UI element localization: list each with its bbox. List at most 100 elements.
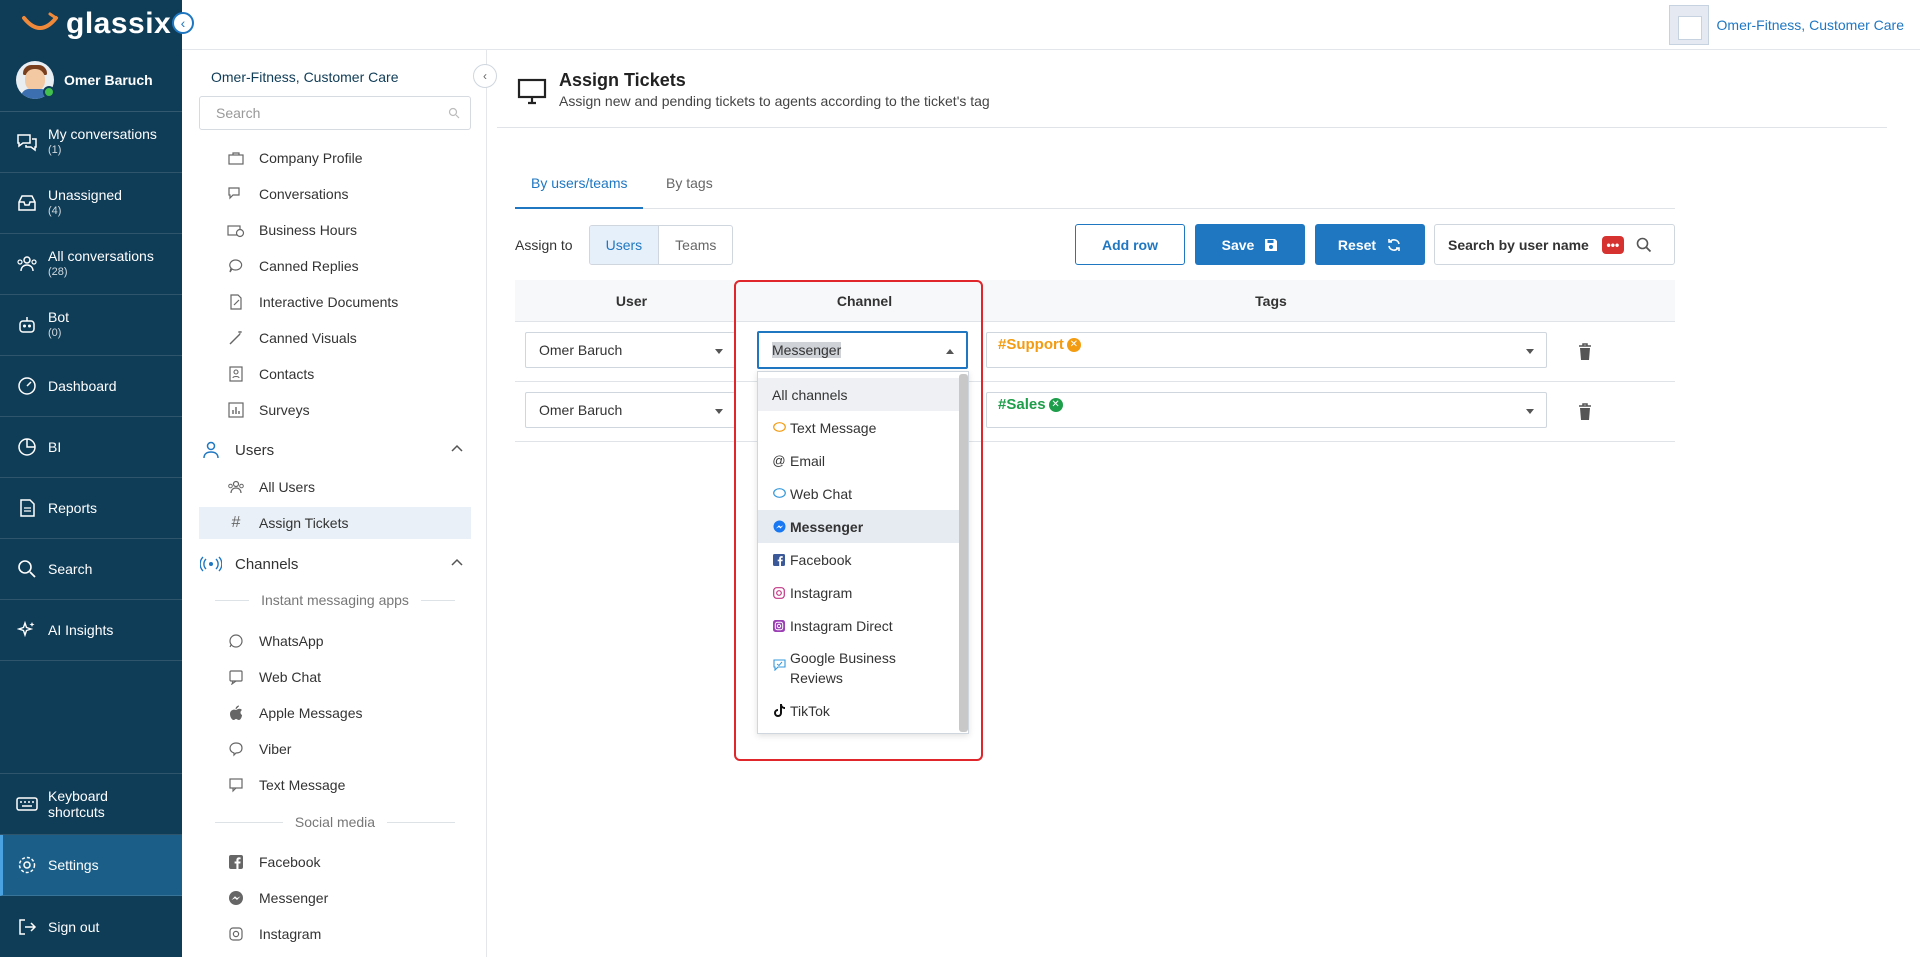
chevron-up-icon: [946, 349, 954, 354]
item-label: Viber: [259, 741, 292, 757]
settings-item-company-profile[interactable]: Company Profile: [227, 142, 363, 174]
instagram-direct-icon: [772, 619, 786, 633]
settings-item-text-message[interactable]: Text Message: [227, 769, 345, 801]
tags-select[interactable]: [986, 392, 1547, 428]
tabs: By users/teams By tags: [515, 166, 1675, 209]
settings-item-web-chat[interactable]: Web Chat: [227, 661, 321, 693]
chevron-down-icon: [1526, 349, 1534, 354]
nav-sign-out[interactable]: Sign out: [0, 896, 182, 957]
settings-item-messenger[interactable]: Messenger: [227, 882, 328, 914]
settings-item-canned-visuals[interactable]: Canned Visuals: [227, 322, 357, 354]
report-icon: [16, 497, 38, 519]
option-web-chat[interactable]: Web Chat: [758, 477, 960, 510]
reset-button[interactable]: Reset: [1315, 224, 1425, 265]
toggle-users[interactable]: Users: [589, 226, 660, 264]
online-status-dot: [43, 86, 55, 98]
nav-label: Settings: [48, 857, 99, 873]
tab-by-users-teams[interactable]: By users/teams: [515, 166, 644, 209]
company-name: Omer-Fitness, Customer Care: [1716, 17, 1904, 33]
user-profile[interactable]: Omer Baruch: [0, 48, 182, 112]
toggle-teams[interactable]: Teams: [659, 226, 732, 264]
option-all-channels[interactable]: All channels: [758, 378, 960, 411]
settings-item-facebook[interactable]: Facebook: [227, 846, 320, 878]
settings-item-canned-replies[interactable]: Canned Replies: [227, 250, 359, 282]
channel-select[interactable]: Messenger: [757, 331, 968, 369]
instagram-icon: [227, 925, 245, 943]
nav-settings[interactable]: Settings: [0, 835, 182, 896]
user-select[interactable]: Omer Baruch: [525, 392, 736, 428]
settings-item-conversations[interactable]: Conversations: [227, 178, 349, 210]
option-email[interactable]: @ Email: [758, 444, 960, 477]
sparkles-icon: [16, 619, 38, 641]
option-text-message[interactable]: Text Message: [758, 411, 960, 444]
keyboard-icon: [16, 793, 38, 815]
settings-item-instagram[interactable]: Instagram: [227, 918, 321, 950]
nav-bot[interactable]: Bot (0): [0, 295, 182, 356]
chevron-down-icon: [715, 409, 723, 414]
settings-item-whatsapp[interactable]: WhatsApp: [227, 625, 324, 657]
option-label: All channels: [772, 386, 848, 403]
option-instagram[interactable]: Instagram: [758, 576, 960, 609]
user-name: Omer Baruch: [64, 71, 153, 88]
gauge-icon: [16, 375, 38, 397]
option-label: Text Message: [790, 419, 877, 436]
item-label: Canned Visuals: [259, 330, 357, 346]
remove-tag-icon[interactable]: ✕: [1048, 397, 1063, 412]
divider-label: Instant messaging apps: [261, 592, 409, 608]
nav-label: BI: [48, 439, 62, 455]
page-header: Assign Tickets Assign new and pending ti…: [517, 70, 990, 109]
whatsapp-icon: [227, 632, 245, 650]
settings-item-all-users[interactable]: All Users: [227, 471, 315, 503]
pie-chart-icon: [16, 436, 38, 458]
save-button[interactable]: Save: [1195, 224, 1305, 265]
nav-all-conversations[interactable]: All conversations (28): [0, 234, 182, 295]
option-facebook[interactable]: Facebook: [758, 543, 960, 576]
password-manager-icon[interactable]: •••: [1601, 235, 1624, 254]
sign-out-icon: [16, 916, 38, 938]
settings-item-apple-messages[interactable]: Apple Messages: [227, 697, 363, 729]
dropdown-scrollbar[interactable]: [959, 374, 968, 732]
user-value: Omer Baruch: [539, 402, 623, 418]
nav-dashboard[interactable]: Dashboard: [0, 356, 182, 417]
option-tiktok[interactable]: TikTok: [758, 694, 960, 727]
option-messenger[interactable]: Messenger: [758, 510, 960, 543]
item-label: Apple Messages: [259, 705, 363, 721]
floppy-disk-icon: [1265, 238, 1278, 251]
settings-item-surveys[interactable]: Surveys: [227, 394, 310, 426]
settings-item-business-hours[interactable]: Business Hours: [227, 214, 357, 246]
settings-search-input[interactable]: Search: [199, 96, 471, 130]
nav-ai-insights[interactable]: AI Insights: [0, 600, 182, 661]
column-channel: Channel: [836, 293, 893, 309]
add-row-button[interactable]: Add row: [1075, 224, 1185, 265]
remove-tag-icon[interactable]: ✕: [1066, 337, 1081, 352]
user-select[interactable]: Omer Baruch: [525, 332, 736, 368]
nav-reports[interactable]: Reports: [0, 478, 182, 539]
settings-item-interactive-documents[interactable]: Interactive Documents: [227, 286, 398, 318]
option-instagram-direct[interactable]: Instagram Direct: [758, 609, 960, 642]
save-label: Save: [1221, 236, 1255, 253]
user-value: Omer Baruch: [539, 342, 623, 358]
settings-group-channels[interactable]: Channels: [199, 548, 471, 580]
trash-icon[interactable]: [1578, 343, 1592, 361]
settings-item-assign-tickets[interactable]: # Assign Tickets: [199, 507, 471, 539]
search-icon[interactable]: [1636, 237, 1652, 253]
tab-by-tags[interactable]: By tags: [650, 166, 729, 209]
company-switcher[interactable]: Omer-Fitness, Customer Care: [1668, 5, 1904, 45]
item-label: Conversations: [259, 186, 349, 202]
search-by-user-input[interactable]: Search by user name •••: [1434, 224, 1675, 265]
settings-item-viber[interactable]: Viber: [227, 733, 291, 765]
logo-smile-icon: [22, 12, 59, 30]
nav-bi[interactable]: BI: [0, 417, 182, 478]
item-label: Canned Replies: [259, 258, 359, 274]
nav-search[interactable]: Search: [0, 539, 182, 600]
nav-keyboard-shortcuts[interactable]: Keyboard shortcuts: [0, 774, 182, 835]
nav-my-conversations[interactable]: My conversations (1): [0, 112, 182, 173]
assign-to-row: Assign to Users Teams: [515, 225, 734, 265]
settings-item-contacts[interactable]: Contacts: [227, 358, 314, 390]
nav-unassigned[interactable]: Unassigned (4): [0, 173, 182, 234]
trash-icon[interactable]: [1578, 403, 1592, 421]
nav-count: (1): [48, 144, 62, 156]
reset-label: Reset: [1337, 236, 1377, 253]
settings-group-users[interactable]: Users: [199, 434, 471, 466]
option-google-business-reviews[interactable]: Google Business Reviews: [758, 642, 960, 694]
